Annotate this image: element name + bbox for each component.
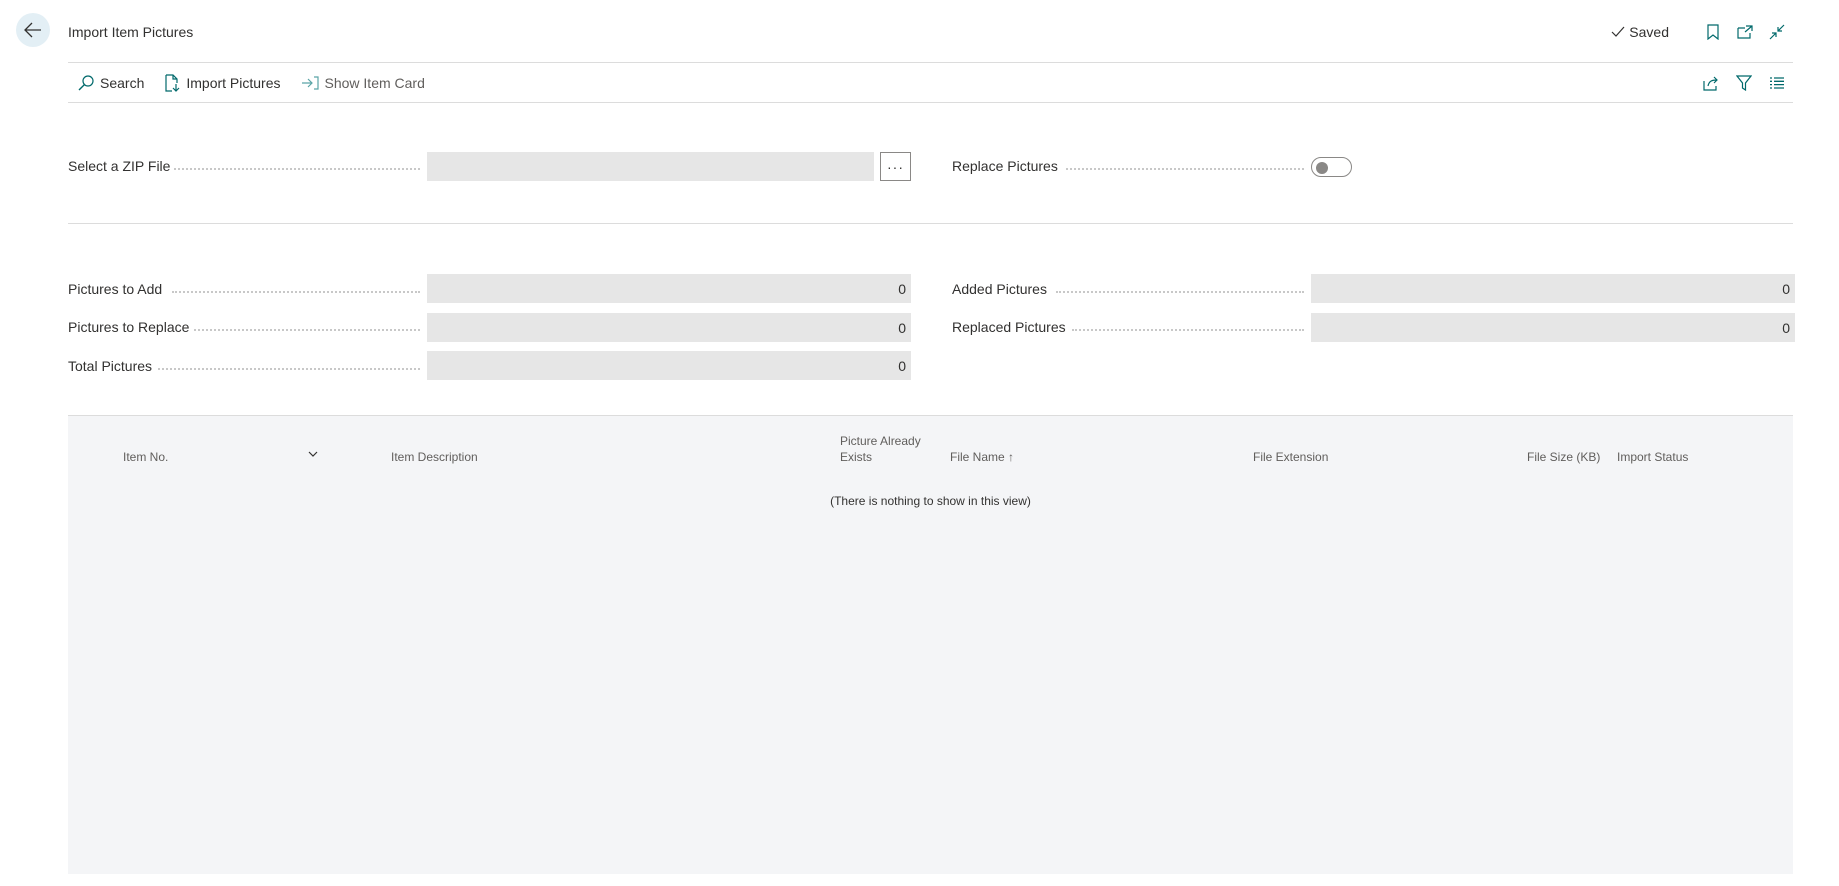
replaced-pictures-label: Replaced Pictures	[952, 319, 1066, 335]
back-button[interactable]	[16, 13, 50, 47]
show-item-card-action[interactable]: Show Item Card	[291, 63, 435, 103]
column-header-item-no[interactable]: Item No.	[123, 449, 168, 465]
pictures-to-add-leader	[172, 291, 420, 293]
added-pictures-value: 0	[1311, 274, 1795, 303]
list-view-icon	[1769, 77, 1784, 89]
file-name-label: File Name	[950, 450, 1005, 464]
collapse-icon	[1769, 24, 1785, 40]
column-header-file-size[interactable]: File Size (KB)	[1527, 449, 1600, 465]
pictures-to-replace-value: 0	[427, 313, 911, 342]
sort-ascending-icon: ↑	[1008, 450, 1015, 464]
page-title: Import Item Pictures	[68, 24, 194, 40]
pictures-to-add-value: 0	[427, 274, 911, 303]
pictures-to-add-label: Pictures to Add	[68, 281, 163, 297]
replaced-pictures-leader	[1072, 329, 1304, 331]
zip-file-leader	[174, 168, 420, 170]
list-view-button[interactable]	[1760, 67, 1793, 99]
section-divider	[68, 223, 1793, 224]
search-action[interactable]: Search	[68, 63, 154, 103]
import-pictures-icon	[165, 74, 180, 92]
show-item-card-icon	[301, 76, 319, 90]
import-lines-grid: Item No. Item Description Picture Alread…	[68, 415, 1793, 874]
chevron-down-icon	[308, 451, 318, 457]
total-pictures-leader	[158, 368, 420, 370]
total-pictures-value: 0	[427, 351, 911, 380]
replace-pictures-leader	[1066, 168, 1304, 170]
bookmark-button[interactable]	[1697, 20, 1729, 44]
replace-pictures-label: Replace Pictures	[952, 158, 1058, 174]
import-pictures-action[interactable]: Import Pictures	[154, 63, 290, 103]
zip-file-assist-button[interactable]: ···	[880, 152, 911, 181]
search-action-label: Search	[100, 75, 145, 91]
action-bar-divider	[68, 102, 1793, 103]
empty-grid-message: (There is nothing to show in this view)	[830, 494, 1031, 508]
pictures-to-replace-label: Pictures to Replace	[68, 319, 190, 335]
picture-exists-line-1: Picture Already	[840, 434, 921, 448]
import-pictures-action-label: Import Pictures	[186, 75, 281, 91]
zip-file-input[interactable]	[427, 152, 874, 181]
column-header-item-description[interactable]: Item Description	[391, 449, 478, 465]
share-icon	[1702, 76, 1718, 91]
pictures-to-replace-leader	[194, 329, 420, 331]
arrow-left-icon	[24, 22, 41, 38]
collapse-button[interactable]	[1761, 20, 1793, 44]
saved-status: Saved	[1611, 24, 1669, 40]
picture-exists-line-2: Exists	[840, 450, 873, 464]
replaced-pictures-value: 0	[1311, 313, 1795, 342]
column-header-import-status[interactable]: Import Status	[1617, 449, 1688, 465]
toggle-knob	[1316, 162, 1328, 174]
share-button[interactable]	[1694, 67, 1727, 99]
column-menu-button[interactable]	[308, 446, 318, 462]
open-new-window-button[interactable]	[1729, 20, 1761, 44]
show-item-card-action-label: Show Item Card	[324, 75, 425, 91]
bookmark-icon	[1707, 24, 1719, 40]
action-bar: Search Import Pictures Show Item Card	[68, 63, 1793, 103]
column-header-picture-exists[interactable]: Picture Already Exists	[840, 433, 921, 465]
zip-file-label: Select a ZIP File	[68, 158, 171, 174]
added-pictures-leader	[1056, 291, 1304, 293]
checkmark-icon	[1611, 26, 1625, 37]
filter-icon	[1735, 75, 1752, 91]
header-toolbar: Saved	[1611, 20, 1793, 44]
column-header-file-name[interactable]: File Name ↑	[950, 449, 1014, 465]
saved-label: Saved	[1629, 24, 1669, 40]
filter-button[interactable]	[1727, 67, 1760, 99]
action-bar-right	[1694, 67, 1793, 99]
added-pictures-label: Added Pictures	[952, 281, 1047, 297]
open-new-window-icon	[1737, 25, 1753, 39]
search-icon	[78, 75, 94, 91]
total-pictures-label: Total Pictures	[68, 358, 153, 374]
replace-pictures-toggle[interactable]	[1311, 157, 1352, 177]
column-header-file-extension[interactable]: File Extension	[1253, 449, 1328, 465]
